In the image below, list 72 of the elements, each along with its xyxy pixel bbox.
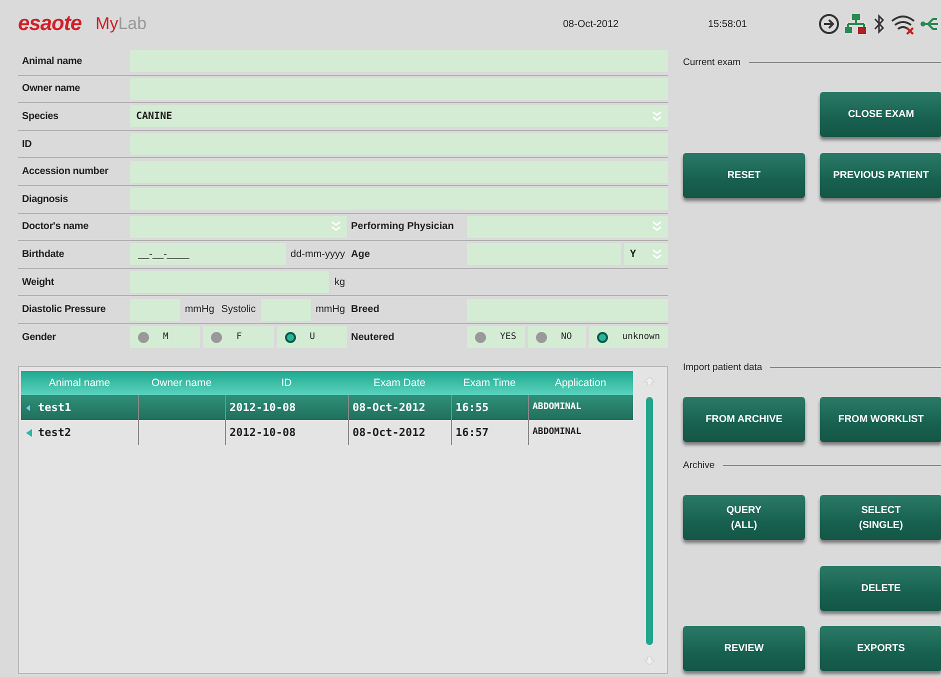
table-cell: 16:57 [456,426,489,439]
row-marker-icon [25,428,33,437]
action-button[interactable]: EXPORTS [820,626,941,671]
action-button[interactable]: RESET [683,153,805,198]
field-label: Neutered [350,332,396,343]
field-label: ID [21,138,33,150]
double-chevron-icon [652,221,662,232]
section-title: Current exam [683,57,741,68]
unit-label: mmHg [314,304,346,316]
table-cell: 2012-10-08 [230,426,296,439]
field-label: Breed [350,304,380,316]
section-title: Archive [683,460,715,471]
date-text: 08-Oct-2012 [563,18,620,30]
field-label: Age [350,248,371,260]
field-label: Diastolic Pressure [21,304,107,316]
dropdown-field[interactable] [130,216,347,238]
radio-button[interactable]: F [203,326,274,348]
dropdown-field[interactable]: Y [624,243,668,266]
field-label: Performing Physician [350,221,455,232]
unit-label: mmHg [184,304,216,316]
action-button[interactable]: DELETE [820,566,941,611]
product-name: MyLab [96,14,147,34]
section-title: Import patient data [683,362,762,373]
field-label: Birthdate [21,248,66,260]
brand-logo: esaote [18,12,82,36]
radio-button[interactable]: U [276,326,347,348]
table-cell: ABDOMINAL [532,427,582,438]
input-field[interactable] [130,78,668,100]
unit-label: kg [333,276,346,288]
field-label: Species [21,110,60,122]
table-cell: 16:55 [456,400,489,414]
row-marker-icon [25,404,33,412]
double-chevron-icon [652,248,662,260]
field-label: Owner name [21,83,82,94]
radio-button[interactable]: M [130,326,200,348]
table-cell: 08-Oct-2012 [352,400,426,414]
table-cell: ABDOMINAL [532,402,582,412]
action-button[interactable]: REVIEW [683,626,805,671]
input-field[interactable]: __-__-____ [130,243,286,266]
input-field[interactable] [130,271,330,294]
unit-label: dd-mm-yyyy [290,248,346,260]
table-cell: test1 [38,400,72,414]
wifi-icon [890,13,915,35]
table-cell: test2 [38,426,72,439]
radio-button[interactable]: YES [467,326,526,348]
time-text: 15:58:01 [708,18,748,30]
field-label: Accession number [21,166,110,178]
dropdown-field[interactable] [467,216,668,238]
action-button[interactable]: QUERY (ALL) [683,495,805,540]
double-chevron-icon [652,110,662,122]
action-button[interactable]: CLOSE EXAM [820,92,941,137]
table-row[interactable]: test2 2012-10-08 08-Oct-2012 16:57 ABDOMINAL [21,420,633,445]
action-button[interactable]: PREVIOUS PATIENT [820,153,941,198]
action-button[interactable]: FROM WORKLIST [820,397,941,442]
radio-button[interactable]: NO [528,326,586,348]
field-label: Gender [21,332,57,343]
radio-button[interactable]: unknown [589,326,668,348]
bluetooth-icon [872,13,885,35]
action-button[interactable]: SELECT (SINGLE) [820,495,941,540]
action-button[interactable]: FROM ARCHIVE [683,397,805,442]
input-field[interactable] [130,133,668,156]
dropdown-field[interactable]: CANINE [130,105,668,128]
table-cell: 2012-10-08 [230,400,296,414]
table-row[interactable]: test1 2012-10-08 08-Oct-2012 16:55 ABDOMINAL [21,394,633,420]
field-label: Doctor's name [21,221,90,232]
field-label: Animal name [21,56,84,67]
unit-label: Systolic [220,304,257,316]
field-label: Diagnosis [21,194,69,205]
network-icon [845,13,867,35]
double-chevron-icon [331,221,341,232]
field-label: Weight [21,276,55,288]
table-cell: 08-Oct-2012 [352,426,426,439]
